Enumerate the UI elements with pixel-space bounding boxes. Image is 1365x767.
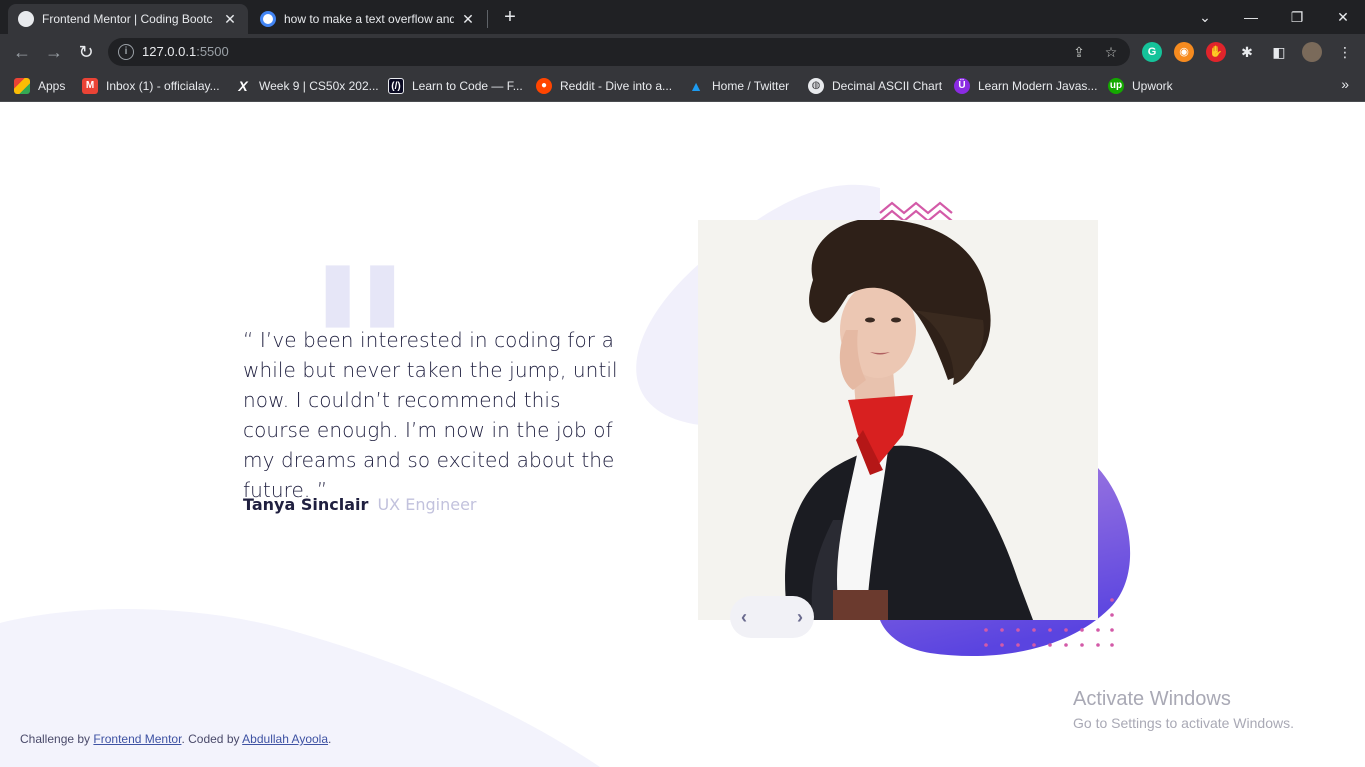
bookmark-label: Apps <box>38 79 66 93</box>
menu-kebab-icon[interactable]: ⋮ <box>1336 43 1354 61</box>
footer-text: Challenge by <box>20 732 94 746</box>
frontend-mentor-link[interactable]: Frontend Mentor <box>93 732 181 746</box>
new-tab-button[interactable]: + <box>498 6 522 30</box>
profile-avatar[interactable] <box>1302 42 1322 62</box>
url-port: :5500 <box>196 44 229 59</box>
chevron-left-icon[interactable]: ‹ <box>732 605 756 629</box>
bookmark-label: Week 9 | CS50x 202... <box>259 79 379 93</box>
reload-icon[interactable]: ↻ <box>74 40 98 64</box>
watermark-subtitle: Go to Settings to activate Windows. <box>1073 715 1294 731</box>
back-icon[interactable]: ← <box>10 40 34 64</box>
tab-search-icon[interactable]: ⌄ <box>1182 4 1228 30</box>
bookmark-upwork[interactable]: up Upwork <box>1108 76 1173 96</box>
bookmark-modern-js[interactable]: Ü Learn Modern Javas... <box>954 76 1097 96</box>
tab-title: how to make a text overflow and <box>284 12 454 26</box>
rss-extension-icon[interactable]: ◉ <box>1174 42 1194 62</box>
bookmark-gmail[interactable]: M Inbox (1) - officialay... <box>82 76 220 96</box>
bookmarks-overflow-icon[interactable]: » <box>1341 76 1349 92</box>
bookmark-ascii-chart[interactable]: ◍ Decimal ASCII Chart <box>808 76 942 96</box>
twitter-bird-icon: ▲ <box>689 78 703 94</box>
carousel-controls: ‹ › <box>730 596 814 638</box>
frontend-mentor-favicon-icon <box>18 11 34 27</box>
tab-strip: Frontend Mentor | Coding Bootc ✕ how to … <box>0 0 1365 34</box>
chevron-right-icon[interactable]: › <box>788 605 812 629</box>
close-window-icon[interactable]: ✕ <box>1320 4 1365 30</box>
adblock-extension-icon[interactable]: ✋ <box>1206 42 1226 62</box>
gmail-icon: M <box>82 78 98 94</box>
bookmark-cs50[interactable]: X Week 9 | CS50x 202... <box>235 76 379 96</box>
testimonial-photo <box>698 220 1098 620</box>
tab-google-search[interactable]: how to make a text overflow and ✕ <box>250 4 486 34</box>
upwork-icon: up <box>1108 78 1124 94</box>
address-bar[interactable]: i 127.0.0.1:5500 ⇪ ☆ <box>108 38 1130 66</box>
restore-icon[interactable]: ❐ <box>1274 4 1320 30</box>
attribution-footer: Challenge by Frontend Mentor. Coded by A… <box>20 732 331 746</box>
side-panel-icon[interactable]: ◧ <box>1270 43 1288 61</box>
bookmark-freecodecamp[interactable]: (/) Learn to Code — F... <box>388 76 523 96</box>
tab-frontend-mentor[interactable]: Frontend Mentor | Coding Bootc ✕ <box>8 4 248 34</box>
bookmark-label: Home / Twitter <box>712 79 790 93</box>
site-info-icon[interactable]: i <box>118 44 134 60</box>
decorative-blobs <box>636 184 1131 656</box>
bookmark-twitter[interactable]: ▲ Home / Twitter <box>688 76 789 96</box>
share-icon[interactable]: ⇪ <box>1070 43 1088 61</box>
tab-title: Frontend Mentor | Coding Bootc <box>42 12 213 26</box>
watermark-title: Activate Windows <box>1073 688 1231 710</box>
footer-text: . Coded by <box>181 732 243 746</box>
author-link[interactable]: Abdullah Ayoola <box>242 732 328 746</box>
close-icon[interactable]: ✕ <box>222 11 238 28</box>
forward-icon[interactable]: → <box>42 40 66 64</box>
bookmark-label: Decimal ASCII Chart <box>832 79 943 93</box>
url-host: 127.0.0.1 <box>142 44 197 59</box>
bookmark-label: Learn Modern Javas... <box>978 79 1098 93</box>
bookmark-label: Inbox (1) - officialay... <box>106 79 220 93</box>
browser-toolbar: ← → ↻ i 127.0.0.1:5500 ⇪ ☆ G ◉ ✋ ✱ ◧ ⋮ <box>0 34 1365 70</box>
apps-grid-icon <box>14 78 30 94</box>
tab-separator <box>487 10 488 28</box>
bookmark-star-icon[interactable]: ☆ <box>1102 43 1120 61</box>
google-favicon-icon <box>260 11 276 27</box>
reddit-icon: ● <box>536 78 552 94</box>
bookmark-label: Learn to Code — F... <box>412 79 523 93</box>
address-url[interactable]: 127.0.0.1:5500 <box>142 44 229 59</box>
bookmark-apps[interactable]: Apps <box>14 76 65 96</box>
freecodecamp-icon: (/) <box>388 78 404 94</box>
minimize-icon[interactable]: — <box>1228 4 1274 30</box>
js-course-icon: Ü <box>954 78 970 94</box>
portrait-illustration <box>698 220 1098 620</box>
footer-text: . <box>328 732 332 746</box>
windows-activation-watermark: Activate Windows Go to Settings to activ… <box>1073 688 1294 731</box>
page-viewport: " “ I’ve been interested in coding for a… <box>0 103 1365 767</box>
bookmarks-bar: Apps M Inbox (1) - officialay... X Week … <box>0 70 1365 102</box>
cs50-x-icon: X <box>238 78 248 94</box>
grammarly-extension-icon[interactable]: G <box>1142 42 1162 62</box>
bookmark-label: Reddit - Dive into a... <box>560 79 673 93</box>
globe-icon: ◍ <box>808 78 824 94</box>
close-icon[interactable]: ✕ <box>460 11 476 28</box>
extensions-puzzle-icon[interactable]: ✱ <box>1238 43 1256 61</box>
bookmark-reddit[interactable]: ● Reddit - Dive into a... <box>536 76 672 96</box>
bookmark-label: Upwork <box>1132 79 1173 93</box>
